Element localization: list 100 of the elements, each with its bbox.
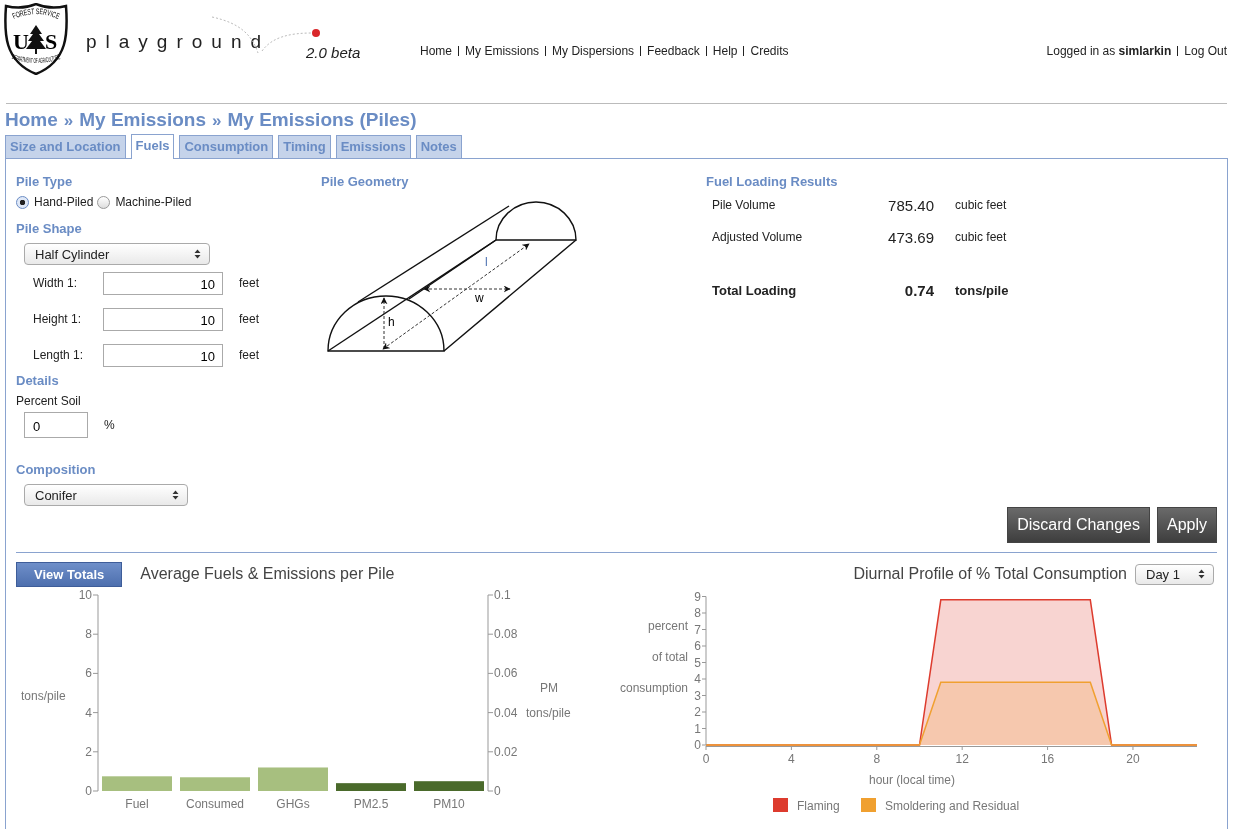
axis-tick-label: 4 — [788, 752, 795, 766]
axis-tick-label: 0 — [85, 784, 92, 798]
unit-label: feet — [239, 348, 259, 362]
axis-tick-label: 3 — [694, 688, 701, 703]
axis-tick-label: 4 — [85, 705, 92, 720]
axis-tick-label: 6 — [694, 639, 701, 653]
section-heading: Pile Type — [16, 174, 74, 189]
logo-text: FOREST SERVICE — [11, 6, 63, 22]
result-value: 785.40 — [887, 196, 934, 214]
axis-tick-label: 4 — [694, 672, 701, 686]
input-field[interactable]: 10 — [103, 271, 223, 295]
axis-tick-label: 0.02 — [494, 744, 518, 759]
radio-label: Hand-Piled — [34, 195, 94, 209]
axis-label: tons/pile — [21, 689, 66, 703]
action-button[interactable]: Apply — [1156, 507, 1217, 543]
axis-tick-label: 2 — [85, 744, 92, 759]
unit-label: feet — [239, 276, 259, 290]
axis-tick-label: 9 — [694, 589, 701, 604]
axis-tick-label: 8 — [873, 752, 881, 766]
result-label: Adjusted Volume — [711, 230, 804, 244]
category-label: Consumed — [186, 797, 244, 811]
axis-tick-label: 0.04 — [494, 705, 518, 720]
axis-tick-label: 12 — [955, 752, 969, 766]
unit-label: % — [104, 418, 115, 432]
chart-title: Average Fuels & Emissions per Pile — [140, 565, 395, 583]
axis-tick-label: 0.06 — [494, 666, 518, 681]
day-select[interactable]: Day 1 — [1135, 563, 1214, 585]
composition-select[interactable]: Conifer — [24, 484, 188, 506]
legend-label: Smoldering and Residual — [885, 799, 1020, 813]
category-label: GHGs — [276, 797, 310, 811]
dimension-label: w — [475, 291, 484, 305]
logo-letter: U — [13, 29, 29, 54]
version-label: 2.0 beta — [306, 44, 361, 61]
logout-link[interactable]: Log Out — [1184, 44, 1227, 58]
breadcrumb-separator: » — [212, 111, 222, 131]
axis-tick-label: 0 — [694, 738, 701, 752]
category-label: Fuel — [125, 797, 149, 811]
section-heading: Pile Geometry — [321, 174, 410, 189]
nav-link[interactable]: Credits — [750, 44, 789, 58]
field-label: Width 1: — [32, 276, 78, 290]
result-label: Pile Volume — [711, 198, 777, 212]
result-unit: cubic feet — [955, 198, 1007, 212]
logo-letter: S — [44, 29, 58, 54]
shape-select[interactable]: Half Cylinder — [24, 243, 210, 265]
axis-tick-label: 8 — [85, 627, 92, 642]
nav-link[interactable]: Home — [420, 44, 453, 58]
dimension-label: h — [388, 315, 395, 329]
axis-label: consumption — [619, 681, 688, 695]
radio-label: Machine-Piled — [115, 195, 192, 209]
input-field[interactable]: 0 — [24, 412, 88, 438]
nav-link[interactable]: My Dispersions — [552, 44, 635, 58]
select-arrows-icon — [1198, 569, 1205, 579]
nav-link[interactable]: Help — [712, 44, 738, 58]
nav-link[interactable]: Feedback — [647, 44, 700, 58]
login-status: Logged in as simlarkin — [1046, 44, 1172, 58]
section-heading: Pile Shape — [16, 221, 83, 236]
action-button[interactable]: Discard Changes — [1007, 507, 1150, 543]
dimension-label: l — [485, 255, 488, 269]
radio-button[interactable] — [97, 195, 111, 209]
field-label: Height 1: — [32, 312, 83, 326]
axis-tick-label: 20 — [1126, 752, 1140, 766]
axis-label: of total — [651, 650, 688, 664]
select-arrows-icon — [194, 249, 201, 259]
axis-tick-label: 7 — [694, 622, 701, 637]
axis-tick-label: 8 — [694, 606, 701, 620]
axis-tick-label: 6 — [85, 666, 92, 681]
chart-title: Diurnal Profile of % Total Consumption — [853, 565, 1127, 583]
legend-label: Flaming — [797, 799, 840, 813]
view-totals-button[interactable]: View Totals — [16, 561, 123, 587]
field-label: Length 1: — [32, 348, 85, 362]
result-value: 473.69 — [887, 228, 934, 246]
axis-tick-label: 5 — [694, 655, 701, 670]
app-name: playground — [86, 31, 271, 53]
radio-button[interactable] — [16, 195, 29, 209]
result-value: 0.74 — [903, 281, 934, 299]
section-heading: Fuel Loading Results — [706, 174, 839, 189]
breadcrumb-separator: » — [63, 111, 74, 131]
axis-tick-label: 2 — [694, 705, 701, 719]
axis-tick-label: 1 — [694, 721, 701, 736]
axis-tick-label: 0 — [494, 784, 501, 798]
axis-label: PM tons/pile — [526, 681, 571, 720]
field-label: Percent Soil — [16, 394, 82, 408]
input-field[interactable]: 10 — [103, 307, 223, 331]
category-label: PM10 — [433, 797, 465, 811]
unit-label: feet — [239, 312, 259, 326]
axis-tick-label: 16 — [1040, 752, 1055, 766]
result-unit: cubic feet — [955, 230, 1007, 244]
select-arrows-icon — [172, 490, 179, 500]
result-unit: tons/pile — [955, 282, 1009, 298]
axis-label: hour (local time) — [869, 773, 955, 787]
result-label: Total Loading — [711, 282, 798, 298]
axis-tick-label: 0.1 — [494, 588, 511, 602]
axis-label: percent — [647, 619, 688, 633]
section-heading: Details — [16, 373, 60, 388]
axis-tick-label: 0 — [702, 752, 710, 766]
axis-tick-label: 0.08 — [494, 627, 518, 642]
category-label: PM2.5 — [353, 797, 389, 811]
axis-tick-label: 10 — [78, 588, 92, 602]
input-field[interactable]: 10 — [103, 343, 223, 367]
nav-link[interactable]: My Emissions — [465, 44, 540, 58]
